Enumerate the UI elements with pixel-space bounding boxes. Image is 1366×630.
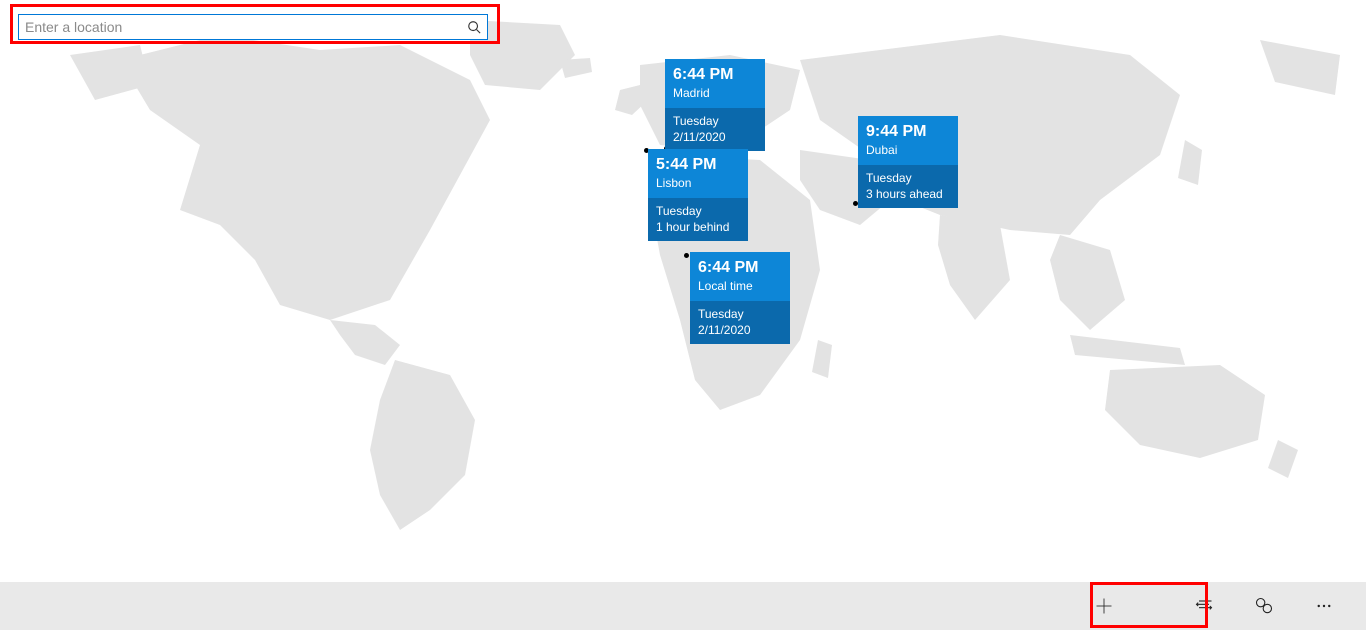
add-clock-button[interactable] [1074,582,1134,630]
clock-day: Tuesday [656,203,740,219]
more-button[interactable] [1294,582,1354,630]
clock-day: Tuesday [698,306,782,322]
clock-city: Lisbon [656,176,740,192]
clock-card-lisbon[interactable]: 5:44 PM Lisbon Tuesday1 hour behind [648,149,748,241]
map-pin-local [684,253,689,258]
clock-day: Tuesday [673,113,757,129]
location-search-input[interactable] [19,19,461,35]
clock-city: Dubai [866,143,950,159]
clock-city: Local time [698,279,782,295]
clock-detail: 1 hour behind [656,219,740,235]
clock-detail: 2/11/2020 [673,129,757,145]
clock-city: Madrid [673,86,757,102]
clock-time: 6:44 PM [673,65,757,84]
clock-card-local[interactable]: 6:44 PM Local time Tuesday2/11/2020 [690,252,790,344]
compare-button[interactable] [1234,582,1294,630]
clock-detail: 2/11/2020 [698,322,782,338]
clock-time: 5:44 PM [656,155,740,174]
command-bar [0,582,1366,630]
clock-card-madrid[interactable]: 6:44 PM Madrid Tuesday2/11/2020 [665,59,765,151]
search-icon[interactable] [461,20,487,34]
clock-detail: 3 hours ahead [866,186,950,202]
location-search[interactable] [18,14,488,40]
clock-time: 6:44 PM [698,258,782,277]
convert-button[interactable] [1174,582,1234,630]
clock-time: 9:44 PM [866,122,950,141]
clock-card-dubai[interactable]: 9:44 PM Dubai Tuesday3 hours ahead [858,116,958,208]
clock-day: Tuesday [866,170,950,186]
